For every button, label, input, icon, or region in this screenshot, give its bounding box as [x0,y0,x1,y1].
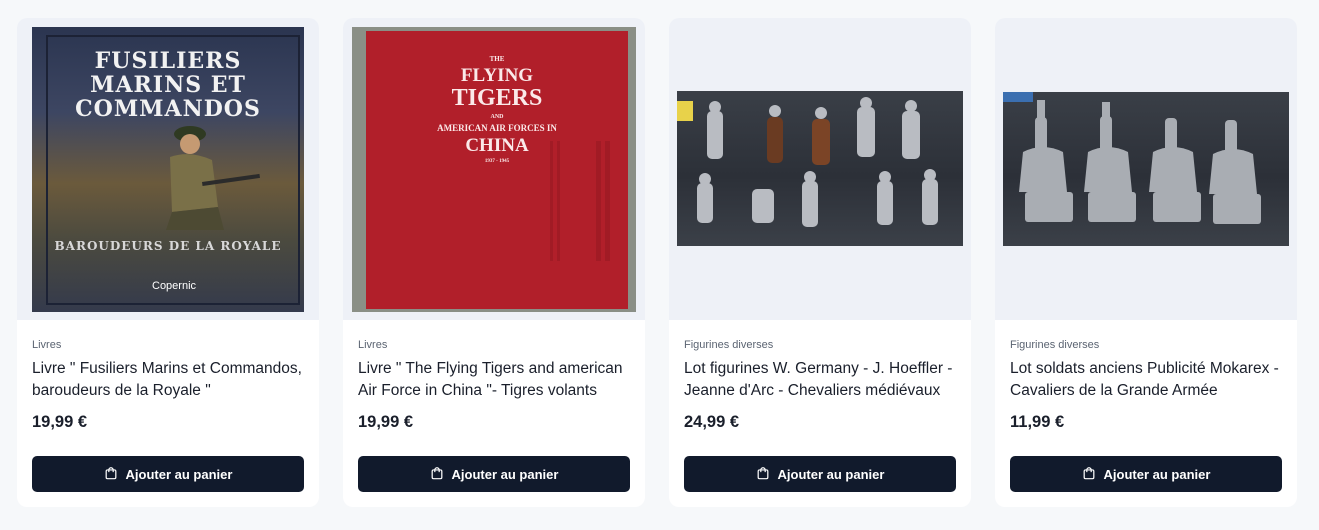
add-to-cart-label: Ajouter au panier [451,466,559,482]
shopping-bag-icon [104,466,118,483]
product-image[interactable]: FUSILIERS MARINS ET COMMANDOS BAROUDEURS… [32,27,304,312]
shopping-bag-icon [756,466,770,483]
add-to-cart-label: Ajouter au panier [777,466,885,482]
product-category: Livres [358,339,388,351]
product-image-area[interactable] [995,18,1297,320]
product-grid: FUSILIERS MARINS ET COMMANDOS BAROUDEURS… [0,0,1319,530]
shopping-bag-icon [430,466,444,483]
product-card[interactable]: Figurines diverses Lot soldats anciens P… [995,18,1297,507]
shopping-bag-icon [1082,466,1096,483]
product-title[interactable]: Livre " Fusiliers Marins et Commandos, b… [32,358,304,402]
product-category: Livres [32,339,62,351]
add-to-cart-label: Ajouter au panier [1103,466,1211,482]
product-title[interactable]: Lot soldats anciens Publicité Mokarex - … [1010,358,1282,402]
product-image-area[interactable]: THE FLYING TIGERS AND AMERICAN AIR FORCE… [343,18,645,320]
product-category: Figurines diverses [1010,339,1100,351]
product-card[interactable]: THE FLYING TIGERS AND AMERICAN AIR FORCE… [343,18,645,507]
product-title[interactable]: Lot figurines W. Germany - J. Hoeffler -… [684,358,956,402]
add-to-cart-button[interactable]: Ajouter au panier [32,456,304,492]
product-title[interactable]: Livre " The Flying Tigers and american A… [358,358,630,402]
add-to-cart-label: Ajouter au panier [125,466,233,482]
product-card[interactable]: FUSILIERS MARINS ET COMMANDOS BAROUDEURS… [17,18,319,507]
add-to-cart-button[interactable]: Ajouter au panier [684,456,956,492]
product-image[interactable] [677,91,963,246]
product-price: 11,99 € [1010,413,1065,431]
product-price: 19,99 € [32,413,88,431]
add-to-cart-button[interactable]: Ajouter au panier [358,456,630,492]
product-price: 24,99 € [684,413,740,431]
add-to-cart-button[interactable]: Ajouter au panier [1010,456,1282,492]
product-image[interactable]: THE FLYING TIGERS AND AMERICAN AIR FORCE… [352,27,636,312]
product-category: Figurines diverses [684,339,774,351]
product-image-area[interactable]: FUSILIERS MARINS ET COMMANDOS BAROUDEURS… [17,18,319,320]
product-image[interactable] [1003,92,1289,246]
product-image-area[interactable] [669,18,971,320]
product-price: 19,99 € [358,413,414,431]
product-card[interactable]: Figurines diverses Lot figurines W. Germ… [669,18,971,507]
